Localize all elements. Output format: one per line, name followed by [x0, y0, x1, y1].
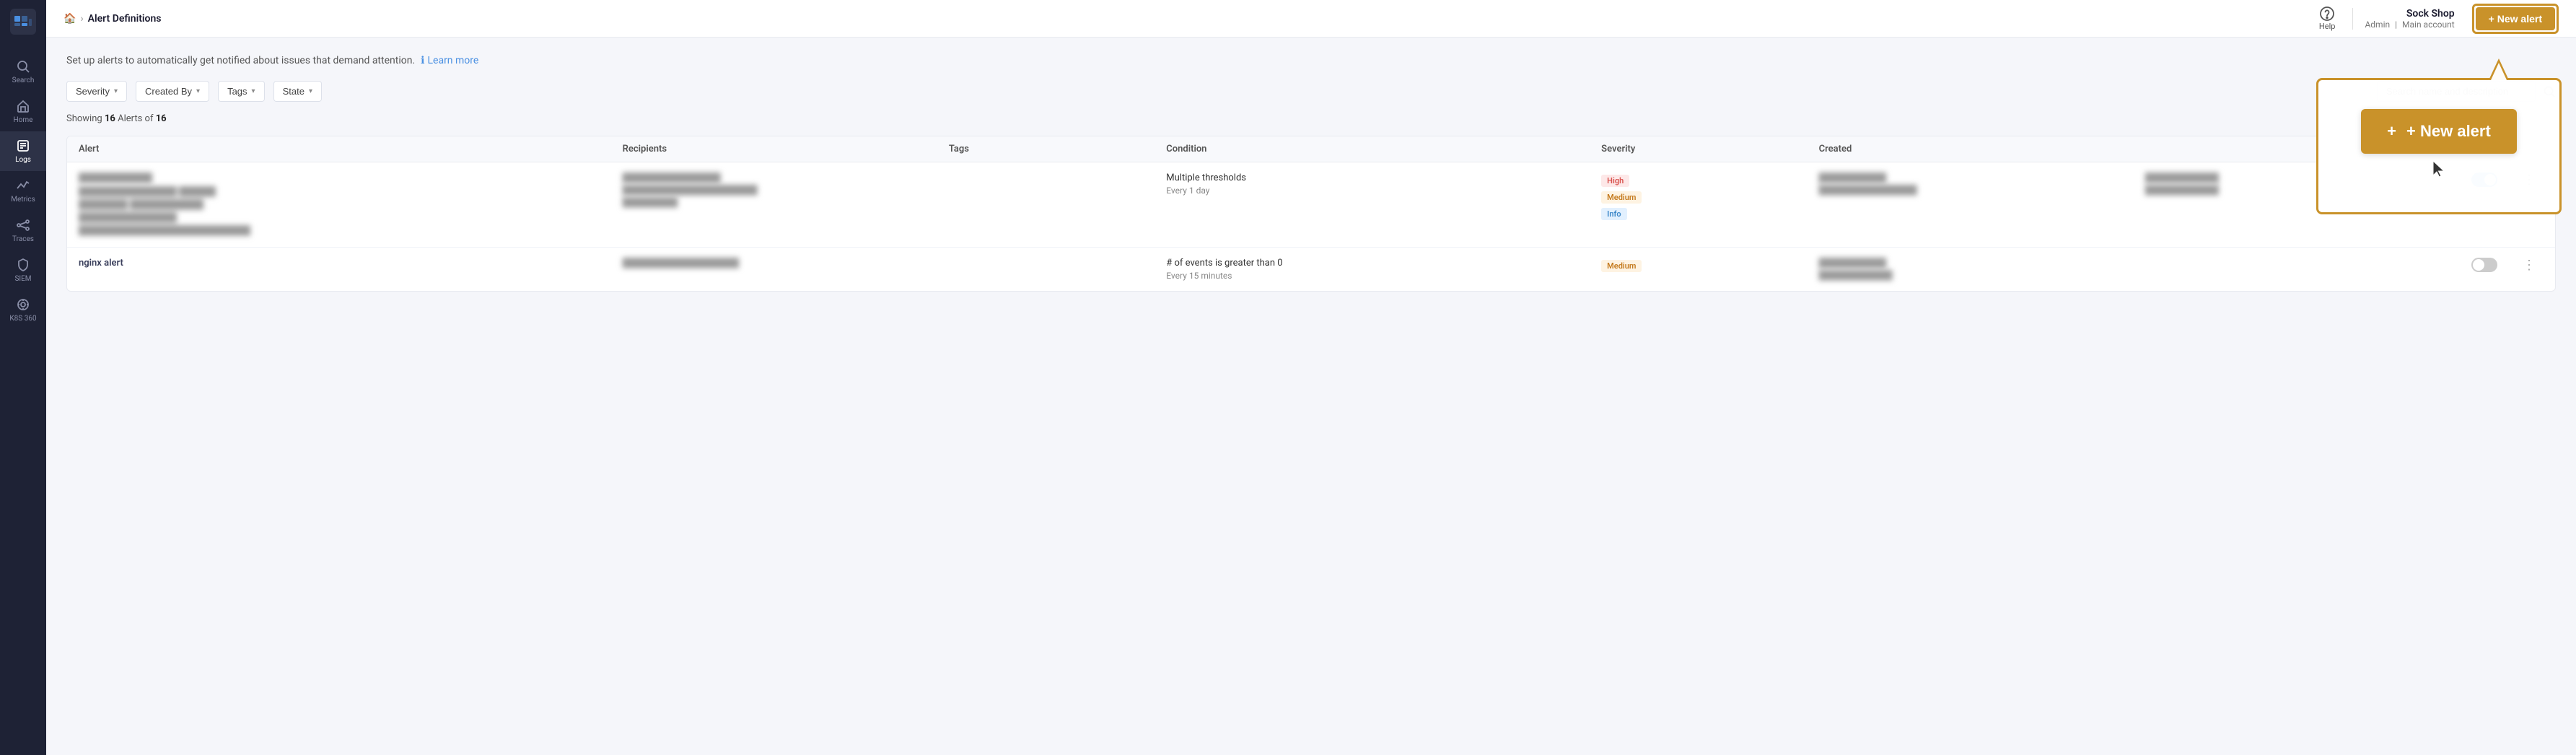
subtitle-bar: Set up alerts to automatically get notif…: [66, 55, 2556, 66]
learn-more-icon: ℹ: [421, 55, 424, 66]
sidebar-item-home[interactable]: Home: [0, 92, 46, 131]
recipients-cell-1: ████████████████ ██████████████████████ …: [623, 173, 949, 207]
sidebar-item-label-traces: Traces: [12, 235, 34, 243]
state-filter[interactable]: State ▾: [273, 81, 322, 102]
sidebar-item-label-siem: SIEM: [14, 275, 31, 283]
sidebar-item-siem[interactable]: SIEM: [0, 250, 46, 290]
sidebar-item-label-logs: Logs: [15, 156, 31, 164]
severity-cell-2: Medium: [1601, 258, 1818, 274]
app-logo[interactable]: [10, 9, 36, 35]
created-by-chevron-icon: ▾: [196, 87, 200, 95]
severity-badge-medium: Medium: [1601, 191, 1642, 204]
alerts-count-total: 16: [156, 113, 167, 124]
more-options-1[interactable]: ⋮: [2515, 173, 2544, 188]
breadcrumb: 🏠 › Alert Definitions: [63, 13, 2319, 25]
main-content: 🏠 › Alert Definitions Help Sock Shop Adm…: [46, 0, 2576, 755]
severity-cell-1: High Medium Info: [1601, 173, 1818, 222]
subtitle-text: Set up alerts to automatically get notif…: [66, 55, 415, 66]
alert-toggle-on-1[interactable]: [2471, 173, 2497, 187]
breadcrumb-separator: ›: [80, 13, 83, 25]
tags-filter[interactable]: Tags ▾: [218, 81, 265, 102]
more-options-2[interactable]: ⋮: [2515, 258, 2544, 273]
sidebar-item-search[interactable]: Search: [0, 52, 46, 92]
search-icon[interactable]: [2543, 85, 2556, 98]
alerts-count-number: 16: [105, 113, 115, 124]
severity-badge-medium-2: Medium: [1601, 260, 1642, 272]
tags-filter-label: Tags: [227, 86, 247, 97]
toggle-cell-1[interactable]: [2471, 173, 2515, 187]
sidebar-item-metrics[interactable]: Metrics: [0, 171, 46, 211]
severity-filter[interactable]: Severity ▾: [66, 81, 127, 102]
user-info: Sock Shop Admin | Main account: [2352, 8, 2454, 30]
severity-filter-label: Severity: [76, 86, 110, 97]
search-input[interactable]: [2377, 81, 2536, 102]
severity-chevron-icon: ▾: [114, 87, 118, 95]
sidebar-item-label-home: Home: [14, 116, 33, 124]
alerts-table: Alert Recipients Tags Condition Severity…: [66, 136, 2556, 292]
sidebar-item-label-k8s360: K8S 360: [9, 315, 36, 323]
state-filter-label: State: [283, 86, 305, 97]
header-right: Help Sock Shop Admin | Main account + Ne…: [2319, 4, 2559, 34]
sidebar-item-k8s360[interactable]: K8S 360: [0, 290, 46, 330]
alert-name-2: nginx alert: [79, 258, 623, 269]
learn-more-label: Learn more: [427, 55, 478, 66]
alert-name-cell: ████████████ ████████████████ ██████ ███…: [79, 173, 623, 237]
created-by-filter-label: Created By: [145, 86, 192, 97]
th-toggle: [2471, 144, 2515, 154]
severity-badge-info: Info: [1601, 208, 1626, 220]
breadcrumb-home-icon[interactable]: 🏠: [63, 13, 76, 25]
condition-cell-1: Multiple thresholds Every 1 day: [1166, 173, 1601, 196]
created-cell-1: ███████████ ████████████████: [1819, 173, 2145, 195]
learn-more-link[interactable]: ℹ Learn more: [421, 55, 478, 66]
alert-name-cell-2: nginx alert: [79, 258, 623, 269]
help-label: Help: [2319, 22, 2336, 31]
search-area: [2377, 81, 2556, 102]
th-severity: Severity: [1601, 144, 1818, 154]
th-alert: Alert: [79, 144, 623, 154]
alert-detail-1: ████████████████ ██████ ████████ ███████…: [79, 185, 623, 237]
table-row: nginx alert ███████████████████ # of eve…: [67, 248, 2555, 291]
user-role: Admin | Main account: [2365, 19, 2454, 30]
tags-chevron-icon: ▾: [252, 87, 255, 95]
user-name: Sock Shop: [2406, 8, 2455, 19]
toggle-cell-2[interactable]: [2471, 258, 2515, 272]
alerts-count: Showing 16 Alerts of 16: [66, 113, 2556, 124]
col7-cell-1: ████████████ ████████████: [2145, 173, 2471, 195]
recipients-cell-2: ███████████████████: [623, 258, 949, 268]
table-row: ████████████ ████████████████ ██████ ███…: [67, 162, 2555, 248]
state-chevron-icon: ▾: [309, 87, 312, 95]
sidebar-item-logs[interactable]: Logs: [0, 131, 46, 171]
alert-name-1: ████████████: [79, 173, 623, 183]
created-by-filter[interactable]: Created By ▾: [136, 81, 209, 102]
th-col7: [2145, 144, 2471, 154]
new-alert-button-top[interactable]: + New alert: [2476, 7, 2555, 30]
sidebar-item-label-metrics: Metrics: [11, 196, 35, 204]
top-header: 🏠 › Alert Definitions Help Sock Shop Adm…: [46, 0, 2576, 38]
severity-badge-high: High: [1601, 175, 1629, 187]
content-area: Set up alerts to automatically get notif…: [46, 38, 2576, 755]
th-more: [2515, 144, 2544, 154]
new-alert-button-frame: + New alert: [2472, 4, 2559, 34]
sidebar-item-traces[interactable]: Traces: [0, 211, 46, 250]
th-condition: Condition: [1166, 144, 1601, 154]
alert-toggle-off-2[interactable]: [2471, 258, 2497, 272]
help-button[interactable]: Help: [2319, 6, 2336, 31]
th-created: Created: [1819, 144, 2145, 154]
sidebar: Search Home Logs Metrics Traces: [0, 0, 46, 755]
filter-row: Severity ▾ Created By ▾ Tags ▾ State ▾: [66, 81, 2556, 102]
condition-cell-2: # of events is greater than 0 Every 15 m…: [1166, 258, 1601, 281]
th-tags: Tags: [949, 144, 1166, 154]
th-recipients: Recipients: [623, 144, 949, 154]
sidebar-item-label-search: Search: [12, 77, 35, 84]
table-header: Alert Recipients Tags Condition Severity…: [67, 136, 2555, 162]
breadcrumb-current: Alert Definitions: [88, 13, 162, 25]
created-cell-2: ███████████ ████████████: [1819, 258, 2145, 280]
